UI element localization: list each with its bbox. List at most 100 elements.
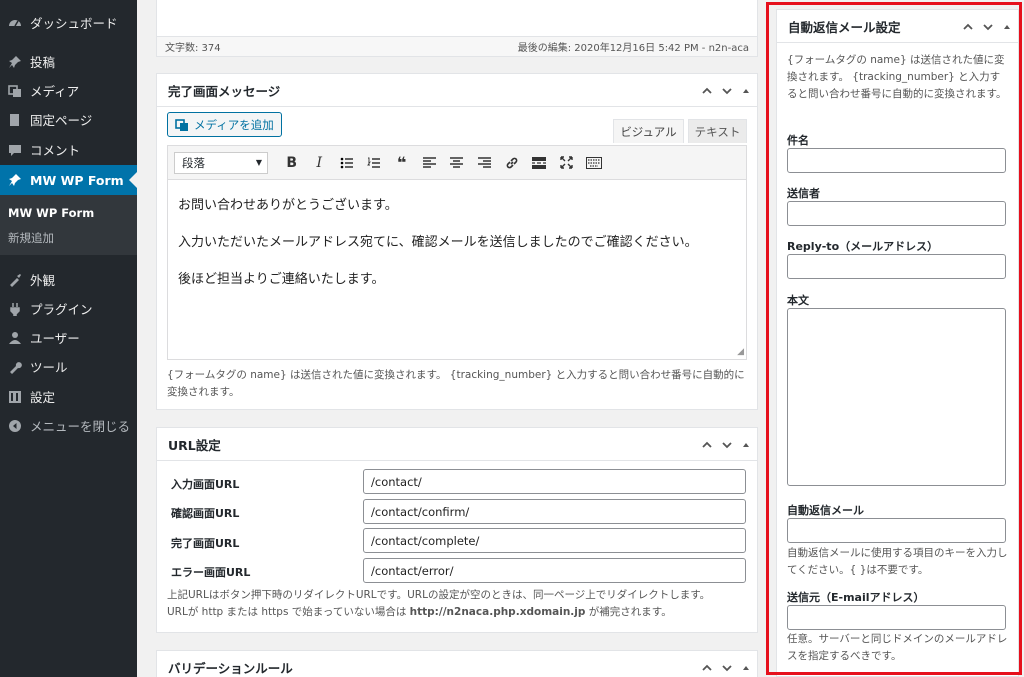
bullet-list-icon[interactable]	[333, 152, 361, 174]
collapse-toggle-icon[interactable]	[741, 86, 751, 96]
italic-icon[interactable]: I	[306, 152, 334, 174]
bold-icon[interactable]: B	[278, 152, 306, 174]
fullscreen-icon[interactable]	[553, 152, 581, 174]
move-down-icon[interactable]	[982, 21, 994, 33]
blockquote-icon[interactable]: ❝	[388, 152, 416, 174]
pin-icon	[0, 173, 30, 187]
align-right-icon[interactable]	[471, 152, 499, 174]
move-down-icon[interactable]	[721, 85, 733, 97]
editor-content[interactable]: お問い合わせありがとうございます。 入力いただいたメールアドレス宛てに、確認メー…	[167, 180, 747, 360]
subject-label: 件名	[787, 134, 809, 147]
submenu-item-add-new[interactable]: 新規追加	[8, 230, 54, 246]
validation-header: バリデーションルール	[157, 651, 757, 677]
auto-reply-mail-label: 自動返信メール	[787, 504, 864, 517]
settings-icon	[0, 390, 30, 404]
complete-message-note: {フォームタグの name} は送信された値に変換されます。 {tracking…	[167, 369, 745, 398]
url-settings-box: URL設定 入力画面URL /contact/ 確認画面URL /contact…	[156, 427, 758, 633]
menu-item-comments[interactable]: コメント	[0, 135, 137, 164]
content-paragraph-3: 後ほど担当よりご連絡いたします。	[178, 272, 385, 287]
move-up-icon[interactable]	[701, 439, 713, 451]
url-settings-note: 上記URLはボタン押下時のリダイレクトURLです。URLの設定が空のときは、同一…	[167, 589, 711, 618]
toolbar-toggle-icon[interactable]	[581, 152, 609, 174]
move-up-icon[interactable]	[701, 662, 713, 674]
tab-visual[interactable]: ビジュアル	[613, 119, 684, 143]
sender-input[interactable]	[787, 201, 1006, 226]
main-editor-bottom: 文字数: 374 最後の編集: 2020年12月16日 5:42 PM - n2…	[156, 0, 758, 57]
dropdown-arrow-icon: ▼	[255, 158, 262, 167]
collapse-menu-button[interactable]: メニューを閉じる	[0, 411, 137, 440]
postbox-controls	[962, 10, 1012, 43]
body-label: 本文	[787, 294, 809, 307]
auto-reply-intro: {フォームタグの name} は送信された値に変換されます。 {tracking…	[787, 54, 1007, 100]
collapse-toggle-icon[interactable]	[741, 440, 751, 450]
url-settings-header: URL設定	[157, 428, 757, 461]
format-select[interactable]: 段落 ▼	[174, 151, 268, 174]
admin-sidebar: ダッシュボード 投稿 メディア 固定ページ コメント MW WP Form MW…	[0, 0, 137, 677]
move-down-icon[interactable]	[721, 662, 733, 674]
complete-message-title: 完了画面メッセージ	[168, 83, 281, 99]
validation-title: バリデーションルール	[168, 660, 293, 676]
plugin-icon	[0, 302, 30, 316]
editor-toolbar: 段落 ▼ B I ❝	[167, 145, 747, 180]
error-url-label: エラー画面URL	[171, 566, 251, 579]
postbox-controls	[701, 651, 751, 677]
numbered-list-icon[interactable]	[361, 152, 389, 174]
menu-item-tools[interactable]: ツール	[0, 352, 137, 381]
read-more-icon[interactable]	[526, 152, 554, 174]
menu-item-media[interactable]: メディア	[0, 76, 137, 105]
postbox-controls	[701, 74, 751, 107]
user-icon	[0, 331, 30, 345]
from-input[interactable]	[787, 605, 1006, 630]
auto-reply-settings-box: 自動返信メール設定 {フォームタグの name} は送信された値に変換されます。…	[776, 9, 1019, 677]
resize-handle-icon[interactable]: ◢	[737, 347, 744, 357]
menu-item-pages[interactable]: 固定ページ	[0, 105, 137, 134]
menu-item-appearance[interactable]: 外観	[0, 265, 137, 294]
active-menu-arrow	[129, 172, 137, 188]
menu-item-mw-wp-form[interactable]: MW WP Form	[0, 165, 137, 195]
body-textarea[interactable]	[787, 308, 1006, 486]
collapse-toggle-icon[interactable]	[1002, 22, 1012, 32]
error-url-field[interactable]: /contact/error/	[363, 558, 746, 583]
confirm-url-label: 確認画面URL	[171, 507, 240, 520]
auto-reply-mail-help: 自動返信メールに使用する項目のキーを入力してください。{ }は不要です。	[787, 547, 1008, 576]
auto-reply-title: 自動返信メール設定	[788, 19, 901, 35]
add-media-button[interactable]: メディアを追加	[167, 112, 282, 137]
menu-item-posts[interactable]: 投稿	[0, 47, 137, 76]
tab-text[interactable]: テキスト	[688, 119, 747, 143]
subject-input[interactable]	[787, 148, 1006, 173]
media-icon	[0, 84, 30, 98]
editor-status-bar: 文字数: 374 最後の編集: 2020年12月16日 5:42 PM - n2…	[157, 36, 757, 56]
menu-item-dashboard[interactable]: ダッシュボード	[0, 8, 137, 37]
align-left-icon[interactable]	[416, 152, 444, 174]
validation-box: バリデーションルール	[156, 650, 758, 677]
align-center-icon[interactable]	[443, 152, 471, 174]
input-url-field[interactable]: /contact/	[363, 469, 746, 494]
link-icon[interactable]	[498, 152, 526, 174]
complete-url-label: 完了画面URL	[171, 537, 240, 550]
page-icon	[0, 113, 30, 127]
move-down-icon[interactable]	[721, 439, 733, 451]
collapse-toggle-icon[interactable]	[741, 663, 751, 673]
comment-icon	[0, 143, 30, 157]
default-domain: http://n2naca.php.xdomain.jp	[409, 606, 586, 618]
wrench-icon	[0, 360, 30, 374]
auto-reply-mail-input[interactable]	[787, 518, 1006, 543]
postbox-controls	[701, 428, 751, 461]
menu-item-users[interactable]: ユーザー	[0, 323, 137, 352]
content-paragraph-1: お問い合わせありがとうございます。	[178, 198, 398, 213]
submenu-item-mw-wp-form[interactable]: MW WP Form	[8, 206, 94, 220]
menu-item-plugins[interactable]: プラグイン	[0, 294, 137, 323]
confirm-url-field[interactable]: /contact/confirm/	[363, 499, 746, 524]
complete-url-field[interactable]: /contact/complete/	[363, 528, 746, 553]
dashboard-icon	[0, 16, 30, 30]
url-settings-title: URL設定	[168, 437, 221, 453]
submenu: MW WP Form 新規追加	[0, 195, 137, 255]
complete-message-header: 完了画面メッセージ	[157, 74, 757, 107]
complete-message-box: 完了画面メッセージ メディアを追加 ビジュアル テキスト 段落 ▼ B I ❝	[156, 73, 758, 410]
move-up-icon[interactable]	[962, 21, 974, 33]
move-up-icon[interactable]	[701, 85, 713, 97]
reply-to-input[interactable]	[787, 254, 1006, 279]
menu-item-settings[interactable]: 設定	[0, 382, 137, 411]
last-edited: 最後の編集: 2020年12月16日 5:42 PM - n2n-aca	[517, 43, 749, 54]
input-url-label: 入力画面URL	[171, 478, 240, 491]
